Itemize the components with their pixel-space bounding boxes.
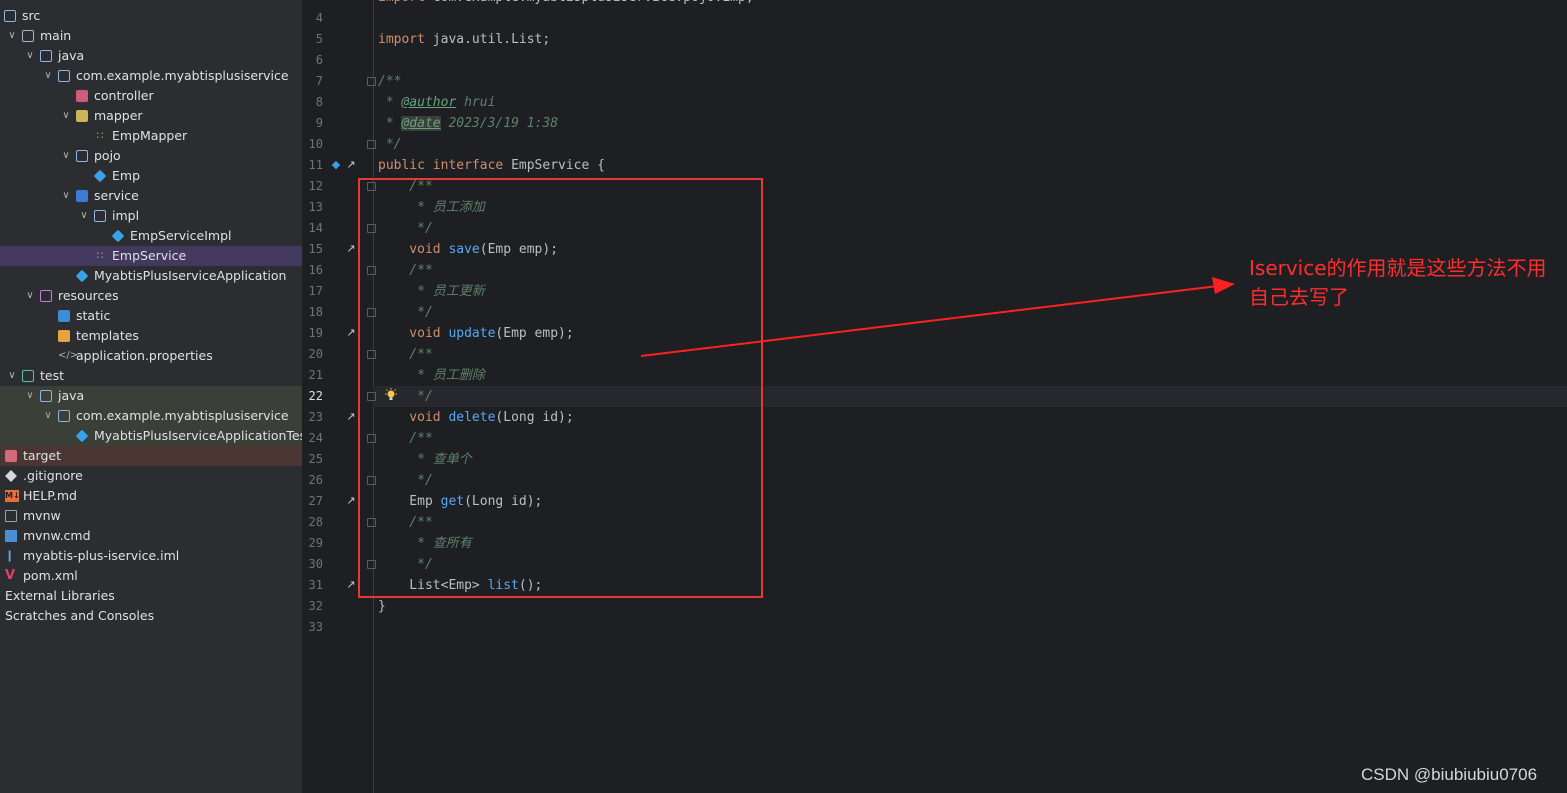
annotation-text: Iservice的作用就是这些方法不用 自己去写了: [1249, 254, 1567, 312]
annotation-line-1: Iservice的作用就是这些方法不用: [1249, 256, 1547, 280]
annotation-line-2: 自己去写了: [1249, 285, 1349, 309]
watermark: CSDN @biubiubiu0706: [1361, 765, 1538, 784]
annotation-arrow: [640, 277, 1235, 357]
